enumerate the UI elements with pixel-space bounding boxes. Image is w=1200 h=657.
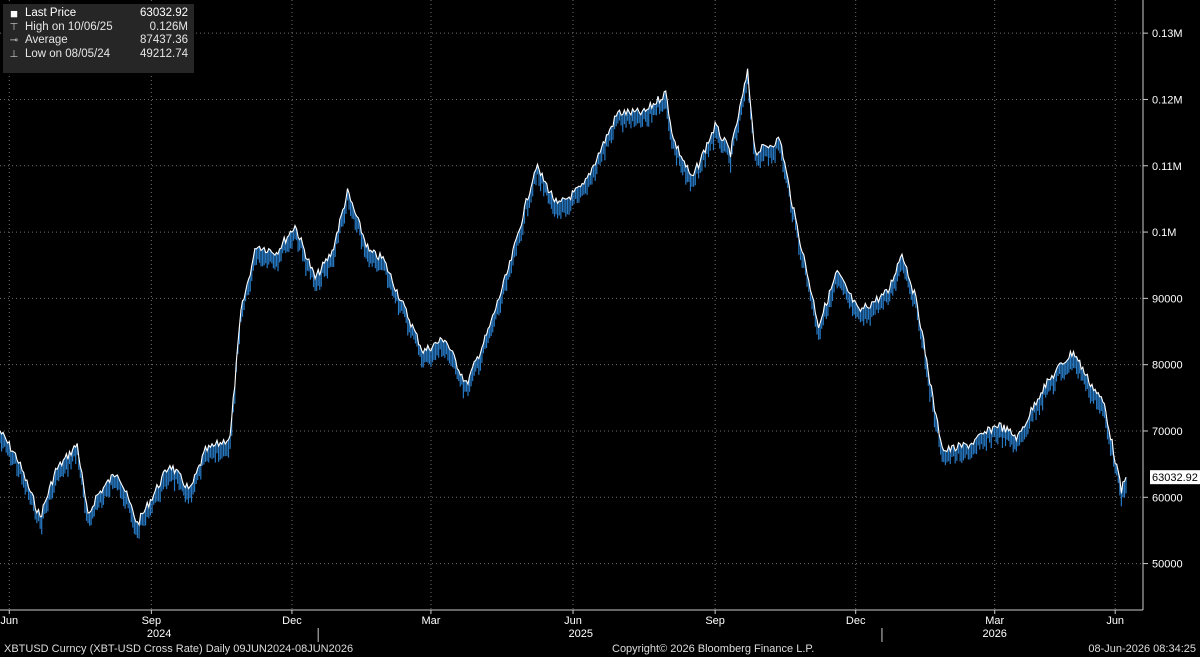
legend-value: 87437.36 xyxy=(140,34,188,46)
legend-label: Average xyxy=(25,34,68,46)
legend-row-last-price: ■ Last Price 63032.92 xyxy=(3,7,194,21)
y-tick-label: 80000 xyxy=(1152,360,1183,372)
grid-lines xyxy=(0,0,1143,610)
x-tick-label: Sep xyxy=(142,615,162,627)
x-tick-label: Jun xyxy=(0,615,18,627)
y-tick-label: 0.13M xyxy=(1152,28,1183,40)
x-tick-label: Dec xyxy=(282,615,302,627)
price-chart: 50000 60000 70000 80000 90000 0.1M 0.11M 0.12M 0… xyxy=(0,0,1200,642)
footer-timestamp: 08-Jun-2026 08:34:25 xyxy=(1088,643,1196,655)
year-label: 2026 xyxy=(982,628,1006,640)
legend-row-low: ⊥ Low on 08/05/24 49212.74 xyxy=(3,48,194,62)
average-line-icon: ⊸ xyxy=(9,35,19,46)
legend-label: High on 10/06/25 xyxy=(25,20,113,33)
x-tick-label: Jun xyxy=(1106,615,1124,627)
year-label: 2024 xyxy=(147,628,171,640)
last-price-label: 63032.92 xyxy=(1152,472,1198,484)
legend-label: Last Price xyxy=(25,7,77,19)
footer-copyright: Copyright© 2026 Bloomberg Finance L.P. xyxy=(612,643,815,655)
y-axis: 50000 60000 70000 80000 90000 0.1M 0.11M 0.12M 0… xyxy=(1142,0,1200,610)
x-tick-label: Jun xyxy=(564,615,582,627)
footer-bar: XBTUSD Curncy (XBT-USD Cross Rate) Daily… xyxy=(0,643,1200,657)
plot-area xyxy=(0,68,1127,539)
footer-security-description: XBTUSD Curncy (XBT-USD Cross Rate) Daily… xyxy=(4,643,354,655)
y-tick-label: 0.1M xyxy=(1152,227,1176,239)
y-tick-label: 60000 xyxy=(1152,492,1183,504)
x-tick-label: Mar xyxy=(985,615,1004,627)
x-axis: Jun Sep Dec Mar Jun Sep Dec Mar Jun 2024 2025 2026 xyxy=(0,609,1143,642)
legend-label: Low on 08/05/24 xyxy=(25,47,111,60)
x-tick-label: Dec xyxy=(846,615,866,627)
legend-box: ■ Last Price 63032.92 ⊤ High on 10/06/25… xyxy=(3,4,194,73)
y-tick-label: 70000 xyxy=(1152,426,1183,438)
x-tick-label: Sep xyxy=(705,615,725,627)
legend-value: 49212.74 xyxy=(140,47,188,60)
square-icon: ■ xyxy=(10,6,18,21)
low-marker-icon: ⊥ xyxy=(9,48,19,60)
year-label: 2025 xyxy=(569,628,593,640)
legend-value: 0.126M xyxy=(149,20,188,33)
y-tick-label: 50000 xyxy=(1152,559,1183,571)
legend-row-average: ⊸ Average 87437.36 xyxy=(3,34,194,48)
high-marker-icon: ⊤ xyxy=(9,21,19,33)
x-tick-label: Mar xyxy=(421,615,440,627)
y-tick-label: 0.11M xyxy=(1152,161,1182,173)
legend-row-high: ⊤ High on 10/06/25 0.126M xyxy=(3,21,194,35)
legend-value: 63032.92 xyxy=(140,7,188,19)
y-tick-label: 0.12M xyxy=(1152,94,1183,106)
y-tick-label: 90000 xyxy=(1152,293,1183,305)
